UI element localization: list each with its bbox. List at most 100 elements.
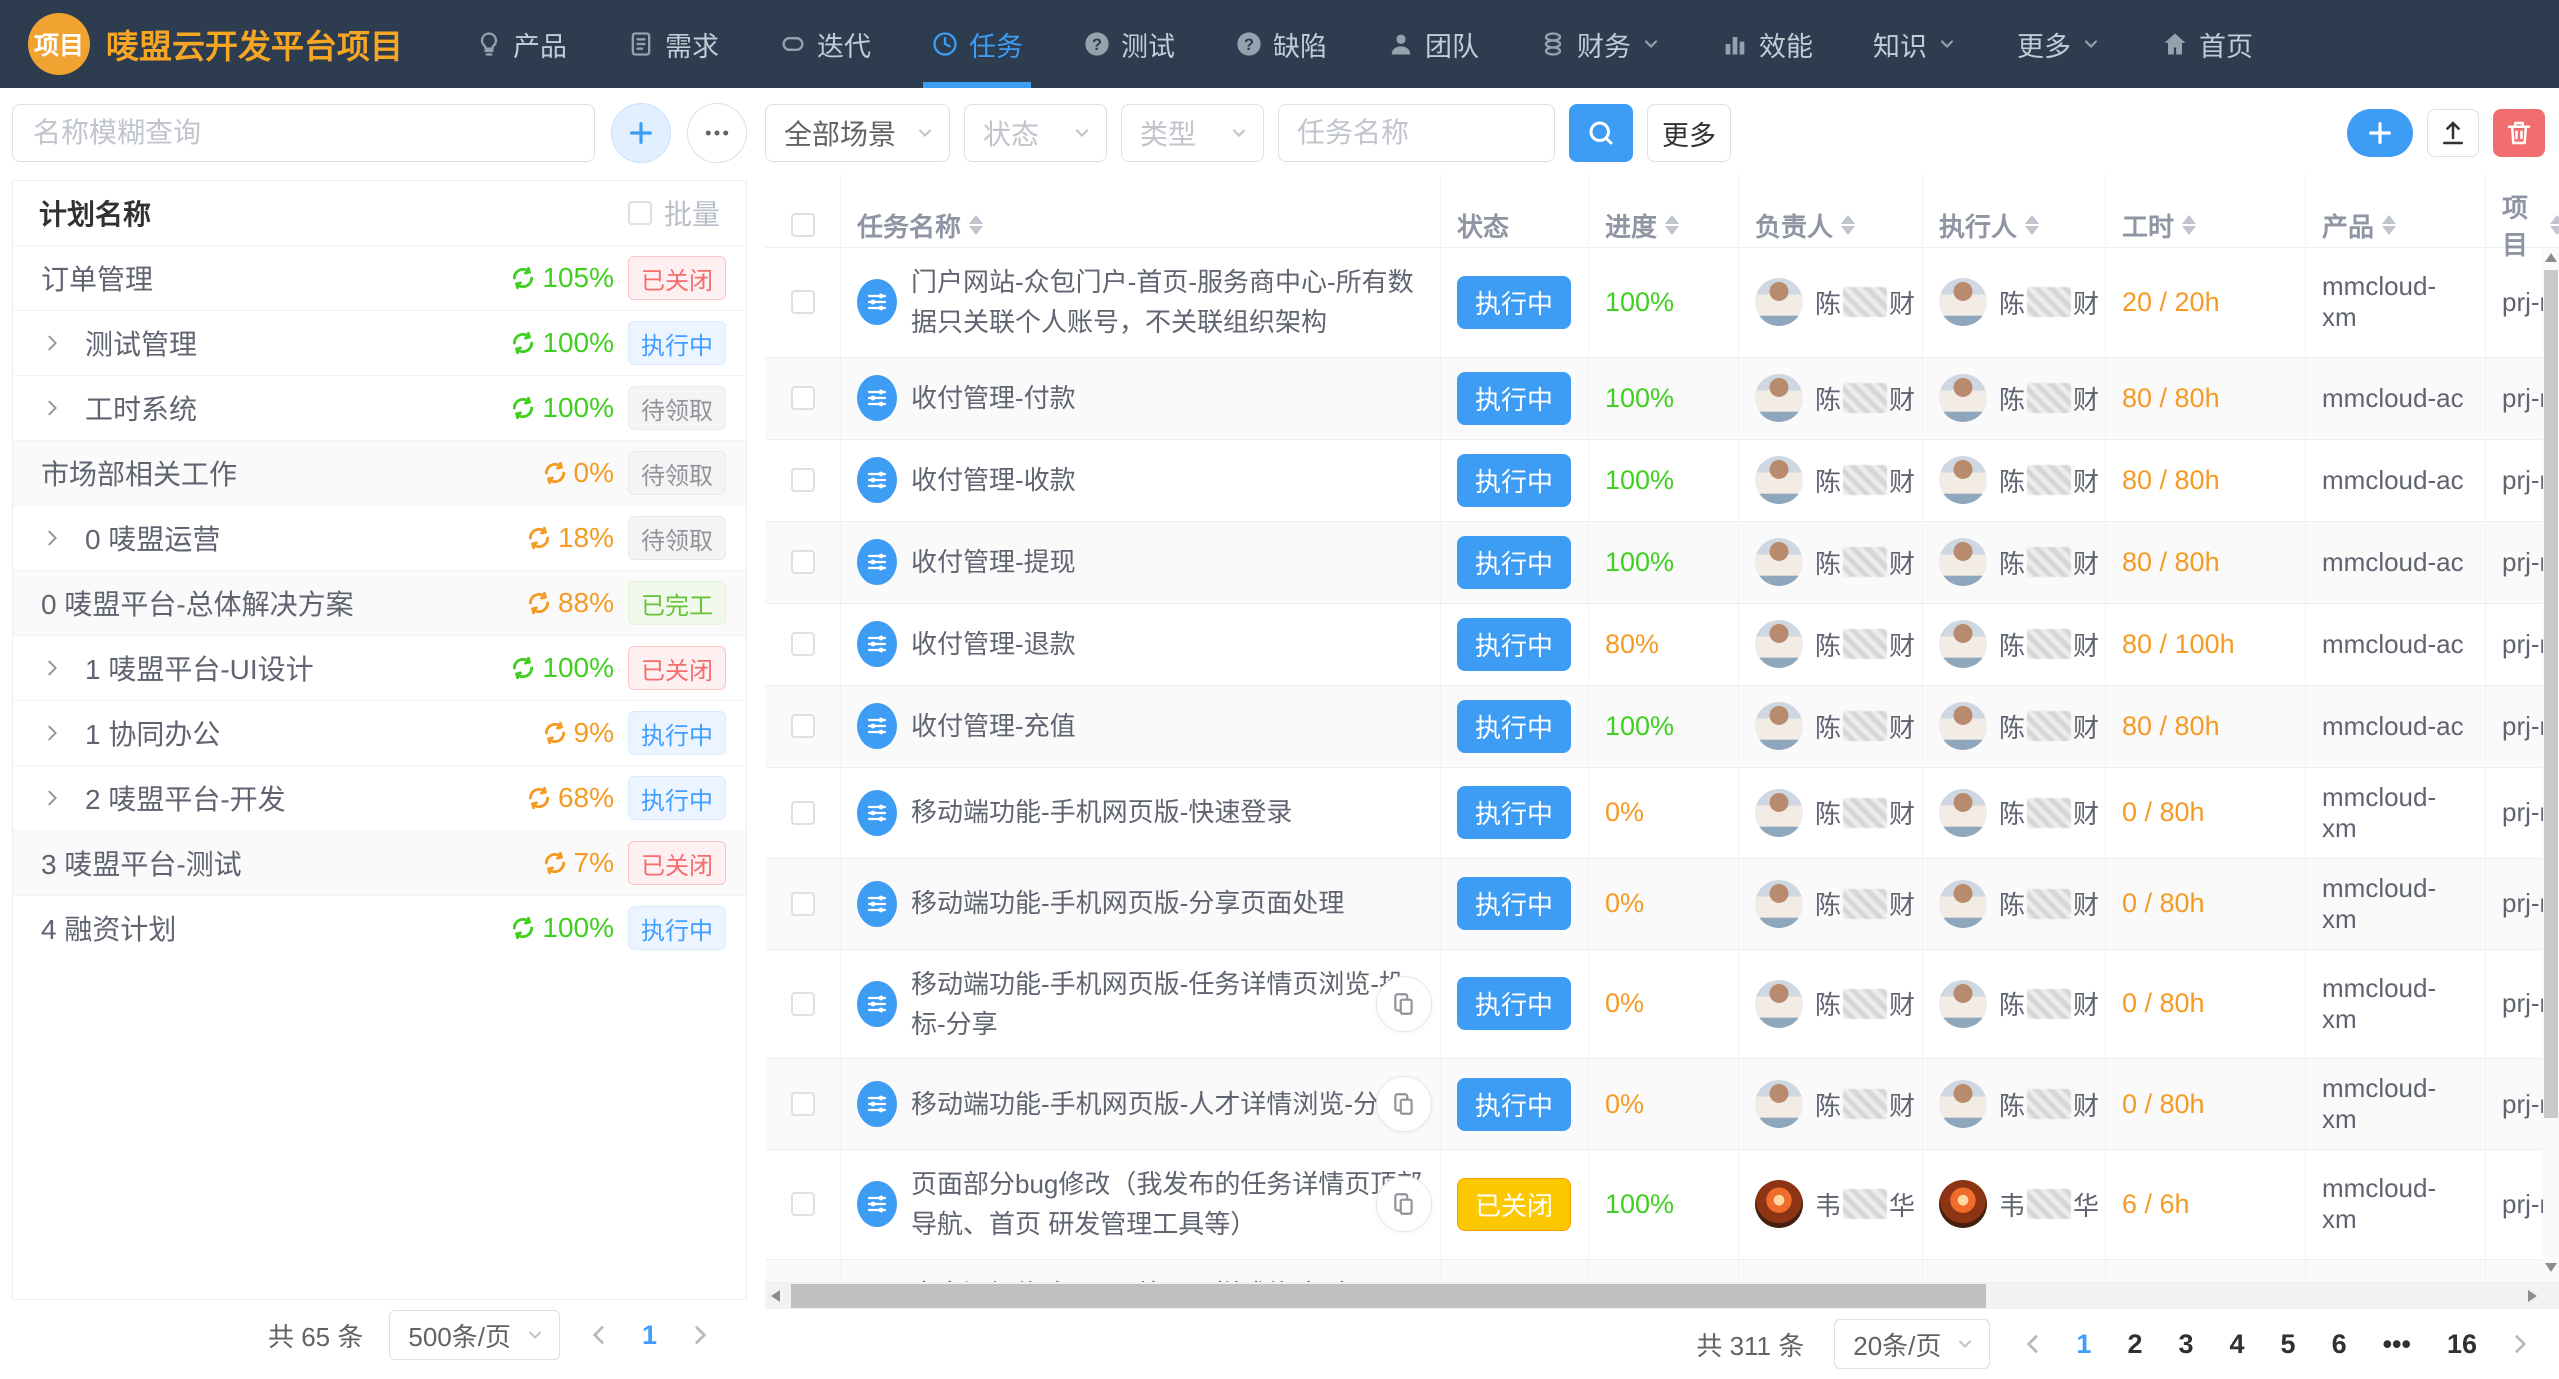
table-row[interactable]: 收付管理-提现执行中100%陈财陈财80 / 80hmmcloud-acprj-… (765, 522, 2559, 604)
task-page-1[interactable]: 1 (2076, 1329, 2091, 1360)
caret-up-icon[interactable] (2550, 215, 2559, 224)
task-name[interactable]: 收付管理-收款 (911, 460, 1076, 500)
sort-buttons[interactable] (2025, 215, 2039, 235)
nav-item-测试[interactable]: ?测试 (1075, 0, 1183, 88)
plan-row[interactable]: 3 唛盟平台-测试7%已关闭 (13, 830, 746, 895)
caret-up-icon[interactable] (2382, 215, 2396, 224)
task-name-cell[interactable]: 页面部分bug修改（我发布的任务详情页顶部导航、首页 研发管理工具等） (841, 1150, 1441, 1259)
plan-search-input[interactable] (12, 104, 595, 162)
scroll-up-arrow[interactable] (2545, 253, 2557, 262)
vertical-scroll-thumb[interactable] (2544, 270, 2558, 1118)
caret-up-icon[interactable] (1665, 215, 1679, 224)
task-name[interactable]: 移动端功能-手机网页版-任务详情页浏览-投标-分享 (911, 964, 1424, 1045)
app-logo[interactable]: 项目 (28, 13, 90, 75)
caret-down-icon[interactable] (969, 226, 983, 235)
nav-item-财务[interactable]: 财务 (1531, 0, 1669, 88)
nav-item-更多[interactable]: 更多 (2009, 0, 2109, 88)
task-name-cell[interactable]: 移动端功能-手机网页版-任务详情页浏览-投标-分享 (841, 950, 1441, 1059)
table-row[interactable]: 移动端功能-手机网页版-人才详情浏览-分享执行中0%陈财陈财0 / 80hmmc… (765, 1059, 2559, 1150)
task-name[interactable]: 收付管理-退款 (911, 624, 1076, 664)
plan-row[interactable]: 测试管理100%执行中 (13, 310, 746, 375)
caret-down-icon[interactable] (1841, 226, 1855, 235)
task-name[interactable]: 页面部分bug修改（我发布的任务详情页顶部导航、首页 研发管理工具等） (911, 1164, 1424, 1245)
scroll-right-arrow[interactable] (2528, 1290, 2537, 1302)
row-checkbox[interactable] (791, 801, 815, 825)
vertical-scrollbar[interactable] (2543, 248, 2559, 1282)
plan-page-size-select[interactable]: 500条/页 (389, 1310, 560, 1360)
select-all-checkbox[interactable] (791, 213, 815, 237)
expand-arrow-icon[interactable] (41, 657, 63, 679)
table-row[interactable]: 移动端功能-手机网页版-分享页面处理执行中0%陈财陈财0 / 80hmmclou… (765, 859, 2559, 950)
task-name-cell[interactable]: 移动端功能-手机网页版-快速登录 (841, 768, 1441, 858)
nav-item-需求[interactable]: 需求 (619, 0, 727, 88)
plan-page-1[interactable]: 1 (642, 1320, 657, 1351)
row-checkbox[interactable] (791, 290, 815, 314)
more-actions-button[interactable] (687, 103, 747, 163)
task-name[interactable]: 移动端功能-手机网页版-人才详情浏览-分享 (911, 1084, 1405, 1124)
table-row[interactable]: 门户网站-众包门户-首页-服务商中心-所有数据只关联个人账号，不关联组织架构执行… (765, 248, 2559, 358)
table-row[interactable]: 收付管理-付款执行中100%陈财陈财80 / 80hmmcloud-acprj-… (765, 358, 2559, 440)
nav-item-首页[interactable]: 首页 (2153, 0, 2261, 88)
add-plan-button[interactable] (611, 103, 671, 163)
task-name[interactable]: 内容添加修改、bug处理、样式修改（safari浏览器对element ui部分… (911, 1274, 1424, 1283)
caret-down-icon[interactable] (2025, 226, 2039, 235)
nav-item-任务[interactable]: 任务 (923, 0, 1031, 88)
table-row[interactable]: 收付管理-收款执行中100%陈财陈财80 / 80hmmcloud-acprj-… (765, 440, 2559, 522)
table-row[interactable]: 收付管理-退款执行中80%陈财陈财80 / 100hmmcloud-acprj-… (765, 604, 2559, 686)
sort-buttons[interactable] (2382, 215, 2396, 235)
table-row[interactable]: 页面部分bug修改（我发布的任务详情页顶部导航、首页 研发管理工具等）已关闭10… (765, 1150, 2559, 1260)
expand-arrow-icon[interactable] (41, 527, 63, 549)
delete-button[interactable] (2493, 109, 2545, 157)
scroll-down-arrow[interactable] (2545, 1263, 2557, 1272)
plan-row[interactable]: 4 融资计划100%执行中 (13, 895, 746, 960)
table-row[interactable]: 移动端功能-手机网页版-任务详情页浏览-投标-分享执行中0%陈财陈财0 / 80… (765, 950, 2559, 1060)
plan-prev-page-button[interactable] (586, 1322, 612, 1348)
task-name-cell[interactable]: 收付管理-退款 (841, 604, 1441, 685)
task-page-6[interactable]: 6 (2332, 1329, 2347, 1360)
type-select[interactable]: 类型 (1121, 104, 1264, 162)
row-checkbox[interactable] (791, 632, 815, 656)
sort-buttons[interactable] (969, 215, 983, 235)
nav-item-迭代[interactable]: 迭代 (771, 0, 879, 88)
scroll-left-arrow[interactable] (771, 1290, 780, 1302)
task-name[interactable]: 收付管理-充值 (911, 706, 1076, 746)
task-page-3[interactable]: 3 (2178, 1329, 2193, 1360)
plan-row[interactable]: 订单管理105%已关闭 (13, 245, 746, 310)
plan-row[interactable]: 0 唛盟运营18%待领取 (13, 505, 746, 570)
row-checkbox[interactable] (791, 1092, 815, 1116)
batch-checkbox[interactable] (628, 201, 652, 225)
task-page-5[interactable]: 5 (2281, 1329, 2296, 1360)
task-name[interactable]: 移动端功能-手机网页版-分享页面处理 (911, 883, 1344, 923)
copy-button[interactable] (1376, 1176, 1432, 1232)
caret-down-icon[interactable] (2182, 226, 2196, 235)
expand-arrow-icon[interactable] (41, 397, 63, 419)
task-name-cell[interactable]: 收付管理-充值 (841, 686, 1441, 767)
export-button[interactable] (2427, 109, 2479, 157)
nav-item-知识[interactable]: 知识 (1865, 0, 1965, 88)
nav-item-效能[interactable]: 效能 (1713, 0, 1821, 88)
task-name-cell[interactable]: 移动端功能-手机网页版-人才详情浏览-分享 (841, 1059, 1441, 1149)
row-checkbox[interactable] (791, 992, 815, 1016)
nav-item-缺陷[interactable]: ?缺陷 (1227, 0, 1335, 88)
status-select[interactable]: 状态 (964, 104, 1107, 162)
table-row[interactable]: 收付管理-充值执行中100%陈财陈财80 / 80hmmcloud-acprj-… (765, 686, 2559, 768)
task-prev-page-button[interactable] (2020, 1331, 2046, 1357)
task-page-size-select[interactable]: 20条/页 (1834, 1319, 1990, 1369)
row-checkbox[interactable] (791, 1192, 815, 1216)
more-filters-button[interactable]: 更多 (1647, 104, 1731, 162)
row-checkbox[interactable] (791, 468, 815, 492)
task-name[interactable]: 移动端功能-手机网页版-快速登录 (911, 792, 1292, 832)
plan-row[interactable]: 1 协同办公9%执行中 (13, 700, 746, 765)
task-name-cell[interactable]: 收付管理-付款 (841, 358, 1441, 439)
caret-up-icon[interactable] (2182, 215, 2196, 224)
row-checkbox[interactable] (791, 550, 815, 574)
horizontal-scroll-thumb[interactable] (791, 1284, 1986, 1308)
row-checkbox[interactable] (791, 386, 815, 410)
task-name-cell[interactable]: 内容添加修改、bug处理、样式修改（safari浏览器对element ui部分… (841, 1260, 1441, 1283)
sort-buttons[interactable] (1665, 215, 1679, 235)
copy-button[interactable] (1376, 1076, 1432, 1132)
sort-buttons[interactable] (1841, 215, 1855, 235)
scene-select[interactable]: 全部场景 (765, 104, 950, 162)
caret-up-icon[interactable] (969, 215, 983, 224)
task-page-16[interactable]: 16 (2447, 1329, 2477, 1360)
